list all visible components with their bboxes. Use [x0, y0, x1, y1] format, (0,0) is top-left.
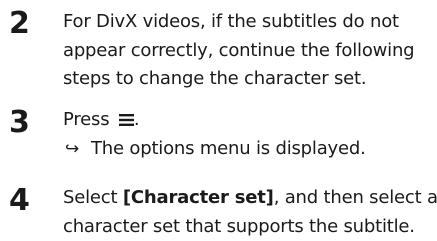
- press-label: Press: [63, 109, 109, 130]
- text-line: Press .: [63, 106, 435, 135]
- text-line: steps to change the character set.: [63, 65, 435, 94]
- select-label: Select: [63, 187, 117, 208]
- text-line: character set that supports the subtitle…: [63, 213, 435, 241]
- step-text: Press . ↪ The options menu is displayed.: [63, 106, 435, 163]
- text-line: Select [Character set], and then select …: [63, 184, 435, 213]
- text-line: For DivX videos, if the subtitles do not: [63, 8, 435, 37]
- result-arrow-icon: ↪: [65, 135, 83, 164]
- line-suffix: , and then select a: [274, 187, 437, 208]
- menu-options-icon: [119, 107, 134, 119]
- press-suffix: .: [134, 109, 140, 130]
- step-text: For DivX videos, if the subtitles do not…: [63, 8, 435, 94]
- step-number: 3: [9, 108, 30, 138]
- result-line: ↪ The options menu is displayed.: [63, 135, 435, 164]
- step-text: Select [Character set], and then select …: [63, 184, 435, 241]
- step-number: 2: [9, 9, 30, 39]
- result-text: The options menu is displayed.: [91, 138, 366, 159]
- option-character-set: [Character set]: [123, 187, 274, 208]
- step-number: 4: [9, 186, 30, 216]
- text-line: appear correctly, continue the following: [63, 37, 435, 66]
